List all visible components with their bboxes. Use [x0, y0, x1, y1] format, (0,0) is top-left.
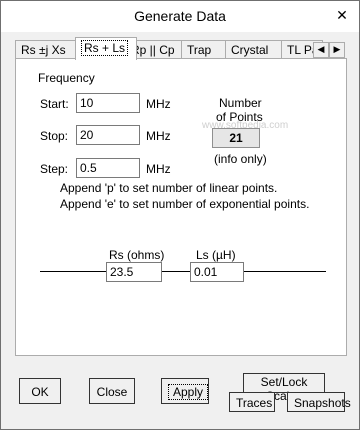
ls-label: Ls (µH)	[196, 248, 236, 262]
tab-label: Trap	[187, 43, 212, 57]
tab-label: Crystal	[231, 43, 269, 57]
tab-rs-jxs[interactable]: Rs ±j Xs	[15, 40, 83, 59]
tab-label: Rs ±j Xs	[21, 43, 66, 57]
circuit-wire-middle	[162, 271, 190, 272]
stop-frequency-input[interactable]	[76, 125, 140, 145]
rs-input[interactable]	[106, 262, 162, 282]
snapshots-button[interactable]: Snapshots	[287, 392, 351, 412]
stop-label: Stop:	[40, 129, 69, 143]
close-icon[interactable]: ✕	[333, 7, 351, 23]
ls-input[interactable]	[190, 262, 244, 282]
circuit-wire-left	[40, 271, 106, 272]
traces-button[interactable]: Traces	[229, 392, 275, 412]
tab-strip: Rs ±j Xs Rs + Ls Rp || Cp Trap Crystal T…	[15, 37, 345, 60]
tab-panel-rs-ls: www.softpedia.com Frequency Start: MHz S…	[15, 58, 347, 356]
step-unit: MHz	[146, 162, 171, 176]
tab-label: Rs + Ls	[81, 40, 129, 56]
tab-scroll-left-icon[interactable]: ◀	[313, 42, 329, 58]
hint-exponential-points: Append 'e' to set number of exponential …	[60, 197, 310, 211]
start-frequency-input[interactable]	[76, 93, 140, 113]
points-note: (info only)	[214, 152, 267, 166]
frequency-heading: Frequency	[38, 71, 95, 85]
title-bar: Generate Data ✕	[1, 1, 359, 32]
ok-button[interactable]: OK	[19, 378, 61, 404]
step-frequency-input[interactable]	[76, 158, 140, 178]
number-of-points-value: 21	[212, 128, 260, 148]
apply-button[interactable]: Apply	[161, 378, 209, 404]
tab-trap[interactable]: Trap	[181, 40, 231, 59]
close-button[interactable]: Close	[89, 378, 135, 404]
start-label: Start:	[40, 97, 69, 111]
step-label: Step:	[40, 162, 69, 176]
points-label-line1: Number	[219, 96, 262, 110]
tab-rs-ls[interactable]: Rs + Ls	[75, 37, 137, 60]
tab-label: Rp || Cp	[131, 43, 175, 57]
window-title: Generate Data	[134, 8, 226, 24]
hint-linear-points: Append 'p' to set number of linear point…	[60, 181, 278, 195]
rs-label: Rs (ohms)	[109, 248, 165, 262]
stop-unit: MHz	[146, 129, 171, 143]
tab-crystal[interactable]: Crystal	[225, 40, 287, 59]
start-unit: MHz	[146, 97, 171, 111]
generate-data-dialog: Generate Data ✕ Rs ±j Xs Rs + Ls Rp || C…	[0, 0, 360, 430]
circuit-wire-right	[244, 271, 326, 272]
set-lock-scales-button[interactable]: Set/Lock Scales	[243, 373, 325, 403]
points-label-line2: of Points	[216, 110, 263, 124]
tab-scroll-right-icon[interactable]: ▶	[329, 42, 345, 58]
